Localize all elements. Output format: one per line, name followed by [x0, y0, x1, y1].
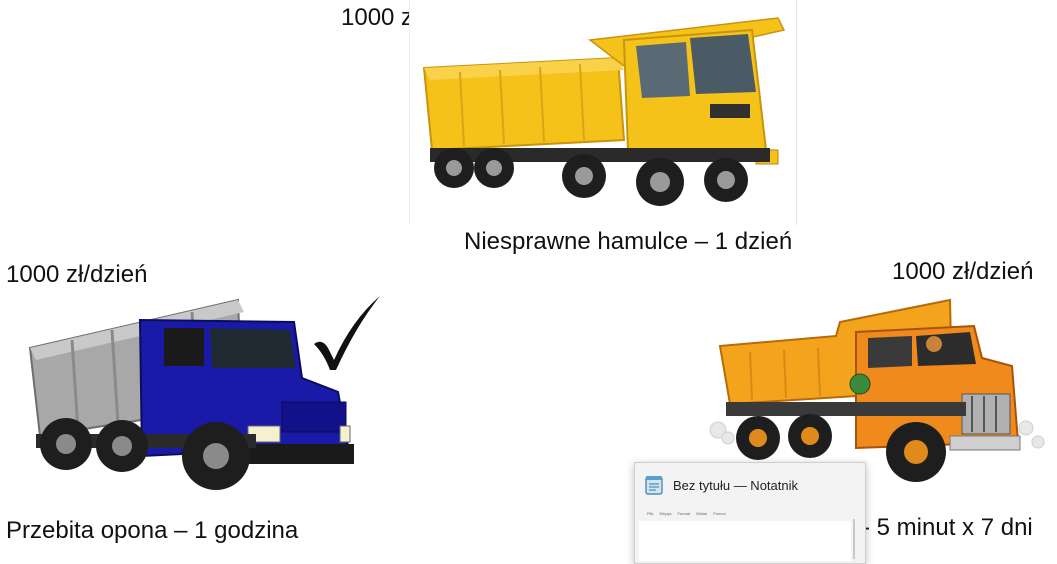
menu-help[interactable]: Pomoc	[713, 511, 725, 516]
notepad-titlebar[interactable]: Bez tytułu — Notatnik	[635, 463, 865, 507]
menu-view[interactable]: Widok	[696, 511, 707, 516]
menu-file[interactable]: Plik	[647, 511, 653, 516]
menu-format[interactable]: Format	[677, 511, 690, 516]
caption-right: - 5 minut x 7 dni	[862, 514, 1033, 541]
yellow-dump-truck-image	[409, 0, 797, 225]
notepad-menubar: Plik Edycja Format Widok Pomoc	[635, 507, 865, 519]
notepad-scrollbar[interactable]	[853, 519, 855, 559]
notepad-text-area[interactable]	[639, 521, 851, 561]
price-label-left: 1000 zł/dzień	[6, 261, 148, 288]
caption-left: Przebita opona – 1 godzina	[6, 517, 299, 544]
checkmark-icon	[314, 296, 380, 370]
notepad-icon	[645, 476, 663, 495]
price-label-right: 1000 zł/dzień	[892, 258, 1034, 285]
menu-edit[interactable]: Edycja	[659, 511, 671, 516]
caption-top: Niesprawne hamulce – 1 dzień	[464, 228, 793, 255]
notepad-window[interactable]: Bez tytułu — Notatnik Plik Edycja Format…	[634, 462, 866, 564]
notepad-title: Bez tytułu — Notatnik	[673, 477, 798, 493]
